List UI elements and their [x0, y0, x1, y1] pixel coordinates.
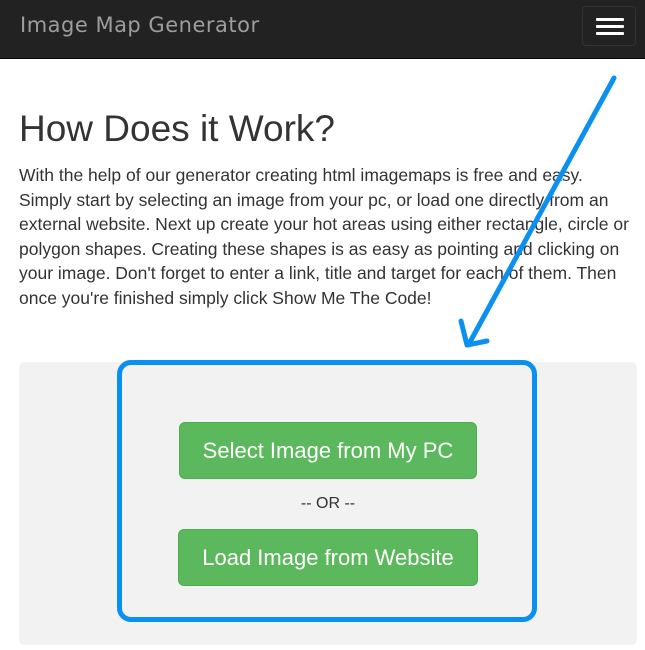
menu-bar	[596, 25, 624, 28]
page-title: How Does it Work?	[19, 108, 335, 149]
or-separator: -- OR --	[300, 495, 356, 512]
intro-paragraph: With the help of our generator creating …	[19, 165, 629, 308]
brand-title[interactable]: Image Map Generator	[20, 13, 260, 37]
menu-bar	[596, 18, 624, 21]
top-navbar: Image Map Generator	[0, 0, 645, 59]
hamburger-menu-icon[interactable]	[582, 6, 636, 46]
load-image-from-website-button[interactable]: Load Image from Website	[178, 529, 478, 586]
menu-bar	[596, 32, 624, 35]
select-image-from-pc-button[interactable]: Select Image from My PC	[179, 422, 477, 479]
